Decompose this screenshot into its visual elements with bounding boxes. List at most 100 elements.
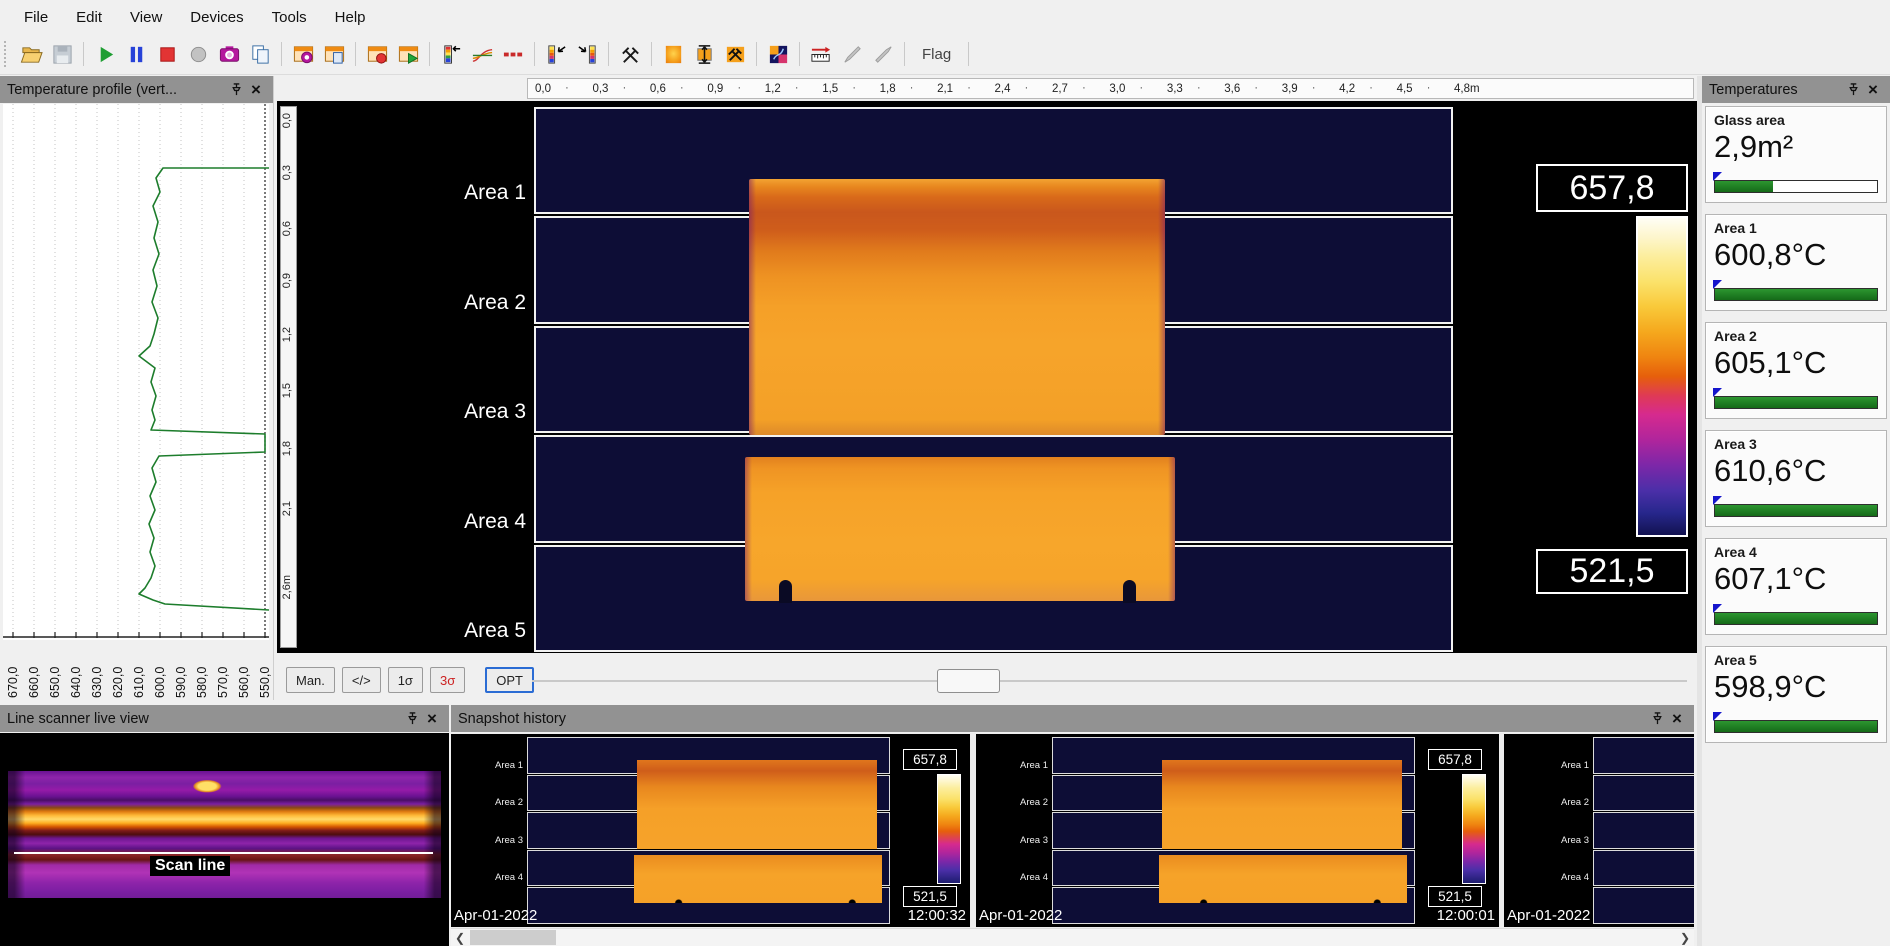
- scale-to-min-icon[interactable]: [573, 40, 601, 68]
- record-icon[interactable]: [184, 40, 212, 68]
- temperature-cards: Glass area 2,9m² Area 1 600,8°C Area 2 6…: [1705, 106, 1887, 743]
- ruler-tick-label: 0,3: [592, 83, 608, 95]
- ruler-tick-label: 0,9: [707, 83, 723, 95]
- card-progress-bar: [1714, 504, 1878, 517]
- isotherm-dashes-icon[interactable]: [499, 40, 527, 68]
- card-progress-fill: [1715, 289, 1877, 300]
- stop-icon[interactable]: [153, 40, 181, 68]
- ruler-tick-label: 0,6: [282, 221, 293, 236]
- vertical-fit-icon[interactable]: [690, 40, 718, 68]
- palette-mosaic-icon[interactable]: [764, 40, 792, 68]
- history-scrollbar[interactable]: ❮ ❯: [451, 928, 1694, 946]
- axis-tick-label: 620,0: [112, 642, 125, 698]
- open-file-icon[interactable]: [17, 40, 45, 68]
- tools-icon[interactable]: [616, 40, 644, 68]
- menu-item[interactable]: View: [116, 4, 176, 31]
- window-save-icon[interactable]: [320, 40, 348, 68]
- window-record-icon[interactable]: [363, 40, 391, 68]
- scroll-left-icon[interactable]: ❮: [451, 929, 469, 946]
- scroll-right-icon[interactable]: ❯: [1676, 929, 1694, 946]
- axis-tick-label: 630,0: [91, 642, 104, 698]
- scrollbar-thumb[interactable]: [470, 930, 556, 945]
- export-down-icon[interactable]: [838, 40, 866, 68]
- profile-curves-icon[interactable]: [468, 40, 496, 68]
- manual-scale-button[interactable]: Man.: [286, 667, 335, 693]
- close-icon[interactable]: ×: [422, 709, 442, 729]
- close-icon[interactable]: ×: [246, 80, 266, 100]
- ruler-tick-label: 2,6m: [282, 575, 293, 599]
- menu-item[interactable]: Devices: [176, 4, 257, 31]
- pin-icon[interactable]: [1843, 80, 1863, 100]
- menu-item[interactable]: Tools: [258, 4, 321, 31]
- card-label: Area 2: [1714, 328, 1878, 344]
- play-icon[interactable]: [91, 40, 119, 68]
- window-play-icon[interactable]: [394, 40, 422, 68]
- menu-item[interactable]: File: [10, 4, 62, 31]
- card-value: 605,1°C: [1714, 345, 1878, 381]
- scale-to-max-icon[interactable]: [542, 40, 570, 68]
- toolbar-grip[interactable]: [4, 41, 10, 67]
- thermal-canvas[interactable]: 0,0 0,3 0,6 0,9 1,2 1,5 1,8 2,1 2,6m: [277, 101, 1697, 653]
- card-progress-bar: [1714, 288, 1878, 301]
- thermal-image-icon[interactable]: [659, 40, 687, 68]
- sigma1-button[interactable]: 1σ: [388, 667, 423, 693]
- opt-button[interactable]: OPT: [485, 667, 534, 693]
- sigma3-button[interactable]: 3σ: [430, 667, 465, 693]
- mini-colorbar: [1462, 774, 1486, 884]
- image-tools-icon[interactable]: [721, 40, 749, 68]
- axis-tick-label: 610,0: [133, 642, 146, 698]
- pin-icon[interactable]: [1647, 709, 1667, 729]
- position-slider-track[interactable]: [532, 680, 1687, 682]
- ruler-tick-label: 0,0: [282, 113, 293, 128]
- snapshot-camera-icon[interactable]: [215, 40, 243, 68]
- area-label: Area 1: [464, 181, 526, 205]
- snapshot-item[interactable]: Area 1 Area 2 Area 3 Area 4: [451, 734, 970, 927]
- card-value: 607,1°C: [1714, 561, 1878, 597]
- pin-icon[interactable]: [226, 80, 246, 100]
- snapshot-item[interactable]: Area 1 Area 2 Area 3 Area 4: [1504, 734, 1694, 927]
- ruler-tick-label: 0,6: [650, 83, 666, 95]
- ruler-tick-label: 3,3: [1167, 83, 1183, 95]
- temperature-colorbar: [1636, 216, 1688, 537]
- main-thermal-view: 0,0 0,3 0,6 0,9 1,2 1,5 1,8 2,1 2,4 2,7 …: [277, 76, 1697, 700]
- menu-item[interactable]: Help: [321, 4, 380, 31]
- palette-assign-icon[interactable]: [437, 40, 465, 68]
- axis-tick-label: 580,0: [196, 642, 209, 698]
- scale-min-value: 521,5: [1536, 549, 1688, 594]
- snapshot-date: Apr-01-2022: [1507, 907, 1590, 924]
- axis-tick-label: 670,0: [7, 642, 20, 698]
- window-snapshot-icon[interactable]: [289, 40, 317, 68]
- mini-area-label: Area 3: [1020, 835, 1048, 846]
- pause-icon[interactable]: [122, 40, 150, 68]
- flag-button[interactable]: Flag: [912, 43, 961, 66]
- menu-item[interactable]: Edit: [62, 4, 116, 31]
- close-icon[interactable]: ×: [1667, 709, 1687, 729]
- position-slider-handle[interactable]: [937, 669, 1000, 693]
- temperature-card: Area 3 610,6°C: [1705, 430, 1887, 527]
- threshold-marker-icon: [1713, 388, 1722, 397]
- temperatures-titlebar: Temperatures ×: [1702, 76, 1890, 103]
- toolbar-separator: [83, 42, 84, 66]
- step-scale-button[interactable]: </>: [342, 667, 381, 693]
- save-icon[interactable]: [48, 40, 76, 68]
- ruler-tick-label: 0,9: [282, 273, 293, 288]
- ruler-tick-label: 1,2: [282, 327, 293, 342]
- card-label: Glass area: [1714, 112, 1878, 128]
- pin-icon[interactable]: [402, 709, 422, 729]
- toolbar-separator: [904, 42, 905, 66]
- mini-glass-sheet-upper: [1162, 760, 1402, 849]
- close-icon[interactable]: ×: [1863, 80, 1883, 100]
- mini-area-label: Area 1: [495, 760, 523, 771]
- measure-distance-icon[interactable]: [807, 40, 835, 68]
- mini-area-label: Area 1: [1020, 760, 1048, 771]
- mini-glass-sheet-upper: [637, 760, 877, 849]
- snapshot-time: 12:00:01: [1437, 907, 1495, 924]
- snapshot-item[interactable]: Area 1 Area 2 Area 3 Area 4: [976, 734, 1499, 927]
- profile-chart-svg: [3, 104, 269, 640]
- copy-icon[interactable]: [246, 40, 274, 68]
- ruler-tick-label: 2,1: [937, 83, 953, 95]
- card-value: 598,9°C: [1714, 669, 1878, 705]
- axis-tick-label: 600,0: [154, 642, 167, 698]
- card-value: 610,6°C: [1714, 453, 1878, 489]
- export-up-icon[interactable]: [869, 40, 897, 68]
